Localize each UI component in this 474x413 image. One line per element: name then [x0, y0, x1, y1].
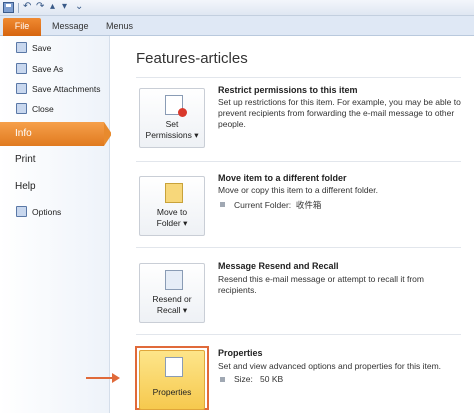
properties-button-label: Properties: [152, 387, 192, 397]
divider: [136, 334, 461, 335]
ribbon-tabs: File Message Menus: [0, 16, 474, 36]
redo-icon[interactable]: ↷: [36, 1, 44, 13]
info-panel: Features-articles Set Permissions ▾ Rest…: [111, 36, 474, 413]
properties-button[interactable]: Properties: [139, 350, 205, 410]
save-icon[interactable]: [3, 2, 14, 13]
attachment-icon: [16, 83, 27, 94]
resend-envelope-icon: [165, 270, 183, 290]
nav-options-label: Options: [32, 207, 62, 217]
item-size: Size: 50 KB: [234, 374, 284, 384]
save-as-icon: [16, 63, 27, 74]
resend-recall-description: Resend this e-mail message or attempt to…: [218, 274, 424, 295]
tab-message[interactable]: Message: [52, 18, 89, 36]
nav-save-attachments-label: Save Attachments: [32, 84, 101, 94]
nav-save-attachments[interactable]: Save Attachments: [0, 79, 110, 99]
nav-save-label: Save: [32, 43, 52, 53]
move-to-folder-button[interactable]: Move to Folder ▾: [139, 176, 205, 236]
save-icon: [16, 42, 27, 53]
nav-save-as-label: Save As: [32, 64, 64, 74]
resend-or-recall-button[interactable]: Resend or Recall ▾: [139, 263, 205, 323]
current-folder: Current Folder: 收件箱: [234, 200, 322, 210]
restrict-permissions-description: Set up restrictions for this item. For e…: [218, 97, 461, 129]
properties-icon: [165, 357, 183, 377]
arrow-head-icon: [112, 373, 120, 383]
folder-icon: [165, 183, 183, 203]
bullet-icon: [220, 202, 225, 207]
set-permissions-button[interactable]: Set Permissions ▾: [139, 88, 205, 148]
move-item-description: Move or copy this item to a different fo…: [218, 185, 379, 195]
bullet-icon: [220, 377, 225, 382]
restrict-permissions-title: Restrict permissions to this item: [218, 85, 358, 95]
nav-info[interactable]: Info: [0, 122, 104, 146]
nav-options[interactable]: Options: [0, 202, 110, 222]
nav-close-label: Close: [32, 104, 54, 114]
divider: [136, 161, 461, 162]
permissions-icon: [165, 95, 187, 117]
current-folder-value: 收件箱: [295, 200, 322, 210]
nav-save-as[interactable]: Save As: [0, 59, 110, 79]
divider: [136, 77, 461, 78]
nav-info-label: Info: [15, 128, 32, 139]
close-icon: [16, 103, 27, 114]
page-title: Features-articles: [136, 50, 248, 67]
quick-access-toolbar: ↶ ↷ ▴ ▾ ⌄: [0, 0, 474, 16]
divider: [136, 247, 461, 248]
nav-print[interactable]: Print: [15, 154, 36, 165]
move-item-title: Move item to a different folder: [218, 173, 347, 183]
undo-icon[interactable]: ↶: [23, 1, 31, 13]
move-to-folder-label: Move to Folder ▾: [156, 207, 188, 228]
set-permissions-label: Set Permissions ▾: [145, 119, 199, 140]
backstage-nav: Save Save As Save Attachments Close Info…: [0, 36, 112, 413]
toolbar-separator: [18, 3, 19, 13]
properties-title: Properties: [218, 348, 263, 358]
resend-recall-title: Message Resend and Recall: [218, 261, 339, 271]
previous-icon[interactable]: ▴: [50, 1, 55, 13]
next-icon[interactable]: ▾: [62, 1, 67, 13]
tab-file[interactable]: File: [3, 18, 41, 36]
item-size-value: 50 KB: [260, 374, 284, 384]
properties-description: Set and view advanced options and proper…: [218, 361, 442, 371]
nav-close[interactable]: Close: [0, 99, 110, 119]
resend-or-recall-label: Resend or Recall ▾: [152, 294, 192, 315]
tab-menus[interactable]: Menus: [106, 18, 133, 36]
nav-help[interactable]: Help: [15, 181, 36, 192]
options-icon: [16, 206, 27, 217]
nav-save[interactable]: Save: [0, 38, 110, 58]
dropdown-icon[interactable]: ⌄: [75, 1, 83, 13]
